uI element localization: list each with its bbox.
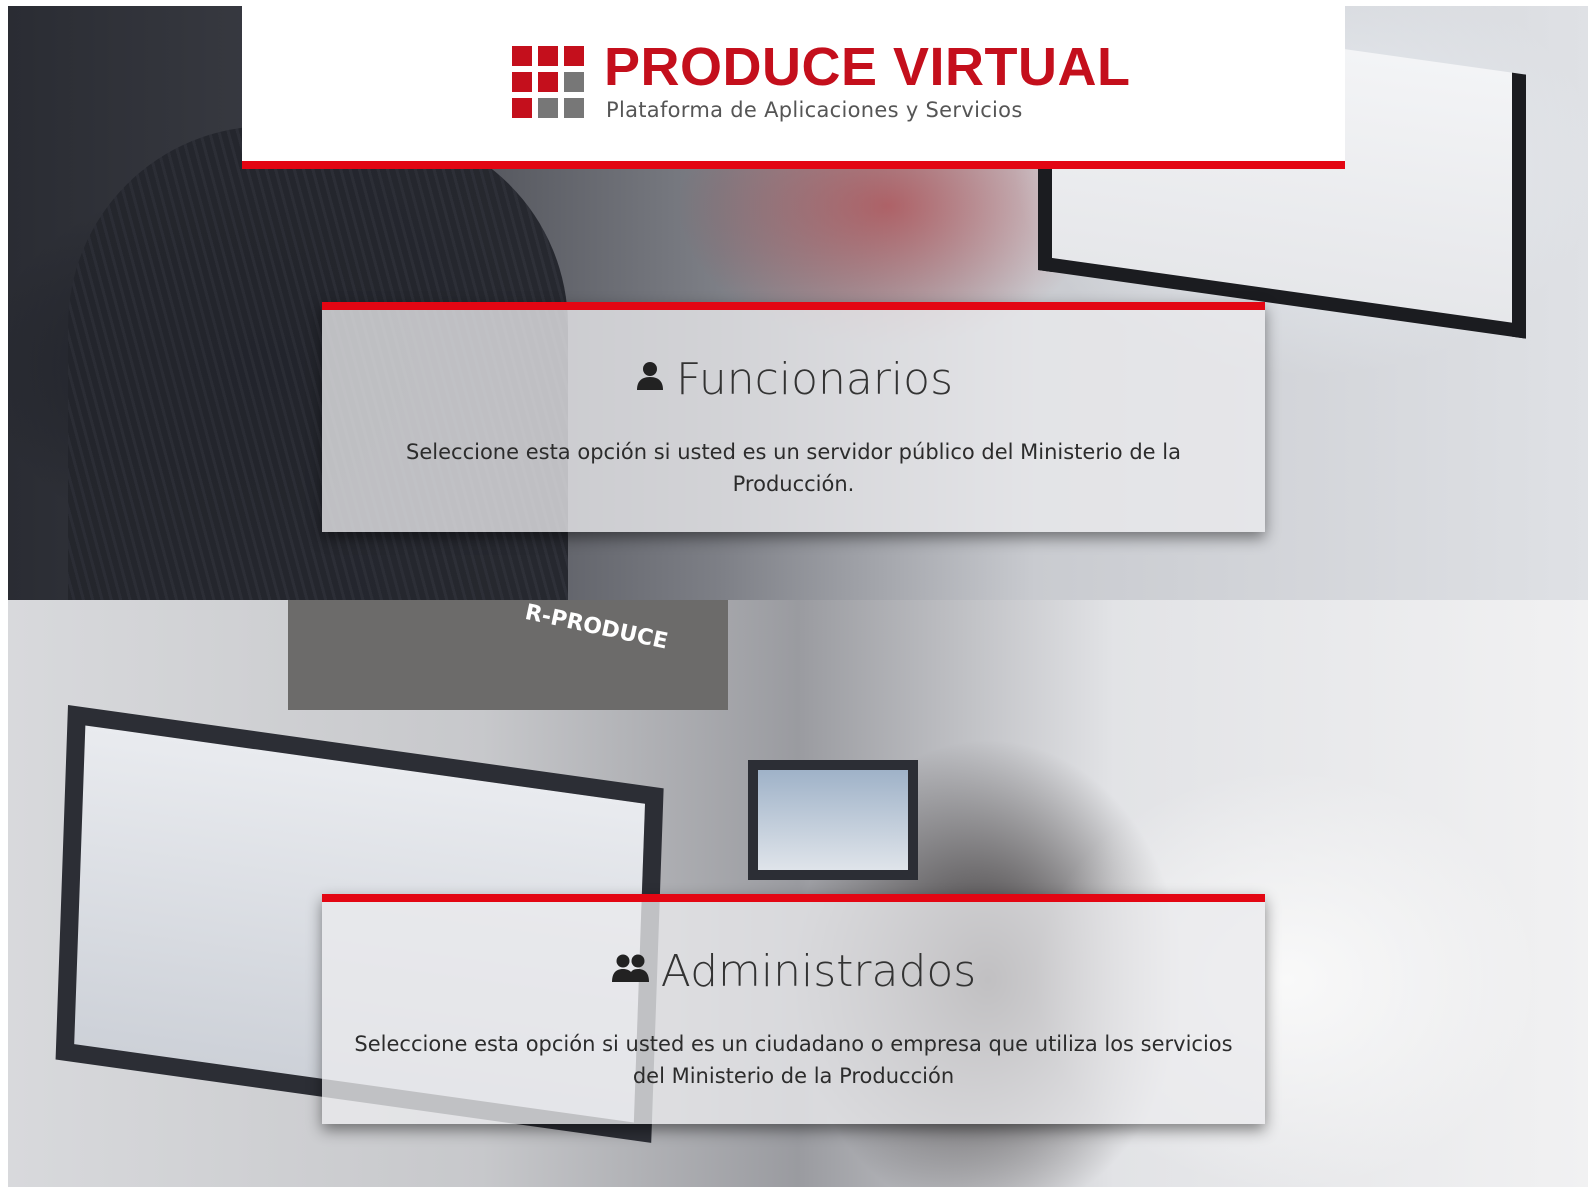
option-description: Seleccione esta opción si usted es un ci… — [354, 1032, 1233, 1088]
users-icon — [611, 942, 651, 998]
option-title: Funcionarios — [675, 354, 954, 405]
logo-title: PRODUCE VIRTUAL — [604, 37, 1131, 97]
option-title: Administrados — [660, 946, 977, 997]
option-description: Seleccione esta opción si usted es un se… — [406, 440, 1181, 496]
option-card-administrados[interactable]: Administrados Seleccione esta opción si … — [322, 894, 1265, 1124]
produce-logo-icon — [512, 46, 584, 118]
photo-wall — [288, 600, 728, 710]
photo-kiosk-small — [748, 760, 918, 880]
user-icon — [634, 350, 666, 406]
logo-subtitle: Plataforma de Aplicaciones y Servicios — [606, 98, 1023, 122]
header-banner: PRODUCE VIRTUAL Plataforma de Aplicacion… — [242, 6, 1345, 169]
option-title-wrapper: Funcionarios — [322, 352, 1265, 410]
option-card-funcionarios[interactable]: Funcionarios Seleccione esta opción si u… — [322, 302, 1265, 532]
landing-page: R-PRODUCE PRODUCE VIRTUAL Plataforma de … — [0, 0, 1588, 1203]
option-title-wrapper: Administrados — [322, 944, 1265, 1002]
